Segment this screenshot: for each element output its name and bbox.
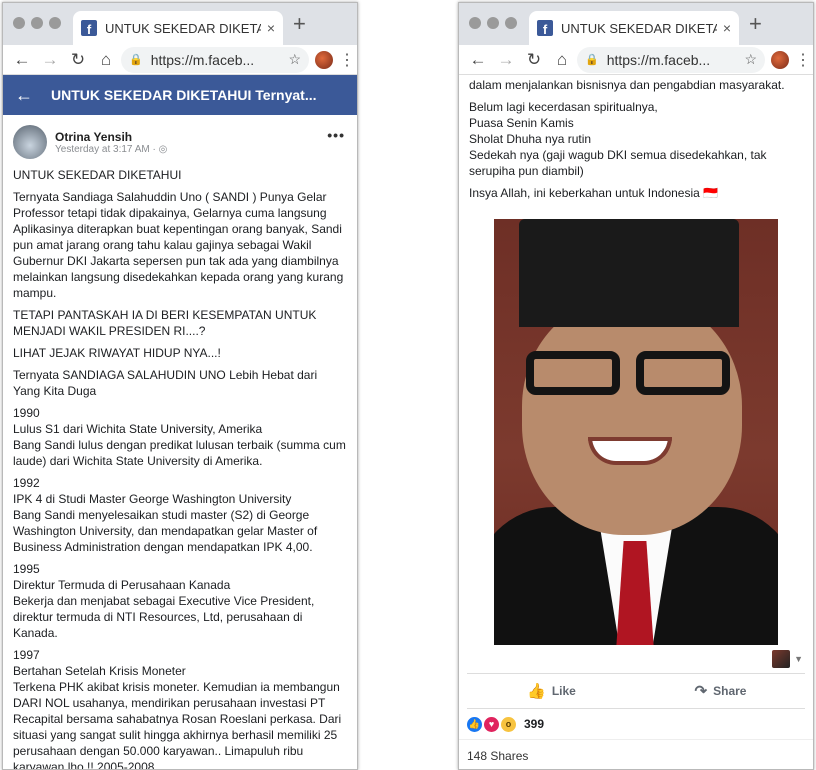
post-paragraph: LIHAT JEJAK RIWAYAT HIDUP NYA...! — [13, 346, 221, 360]
browser-menu-icon[interactable]: ⋮ — [339, 50, 355, 70]
url-text: https://m.faceb... — [150, 51, 255, 68]
post-header: Otrina Yensih Yesterday at 3:17 AM · ◎ •… — [3, 115, 357, 165]
tab-active[interactable]: f UNTUK SEKEDAR DIKETAHUI Ternyata × — [73, 11, 283, 45]
post-photo[interactable] — [494, 219, 778, 645]
url-text: https://m.faceb... — [606, 51, 711, 68]
facebook-favicon-icon: f — [537, 20, 553, 36]
photo-glasses-right — [636, 351, 730, 395]
chevron-down-icon[interactable]: ▼ — [794, 654, 803, 664]
address-bar[interactable]: 🔒 https://m.faceb... ☆ — [577, 46, 765, 73]
tab-strip: f UNTUK SEKEDAR DIKETAHUI Ternyata × + — [459, 3, 813, 45]
address-bar[interactable]: 🔒 https://m.faceb... ☆ — [121, 46, 309, 73]
share-button[interactable]: ↷ Share — [636, 674, 805, 708]
share-as-avatar[interactable] — [772, 650, 791, 668]
tab-close-icon[interactable]: × — [723, 20, 731, 36]
minimize-window-button[interactable] — [31, 17, 43, 29]
post-paragraph: Insya Allah, ini keberkahan untuk Indone… — [469, 186, 719, 200]
browser-menu-icon[interactable]: ⋮ — [795, 50, 811, 70]
forward-arrow-icon[interactable]: → — [37, 47, 63, 73]
post-paragraph: Belum lagi kecerdasan spiritualnya, Puas… — [469, 100, 767, 178]
like-reaction-icon: 👍 — [467, 716, 482, 732]
window-controls — [13, 17, 61, 29]
bookmark-star-icon[interactable]: ☆ — [288, 51, 301, 68]
reaction-count: 399 — [524, 717, 545, 731]
avatar[interactable] — [13, 125, 47, 159]
tab-close-icon[interactable]: × — [267, 20, 275, 36]
like-label: Like — [551, 684, 576, 698]
browser-toolbar: ← → ↻ ⌂ 🔒 https://m.faceb... ☆ ⋮ — [459, 45, 813, 75]
reload-icon[interactable]: ↻ — [65, 47, 91, 73]
back-arrow-icon[interactable]: ← — [465, 47, 491, 73]
facebook-favicon-icon: f — [81, 20, 97, 36]
share-label: Share — [713, 684, 747, 698]
new-tab-button[interactable]: + — [293, 11, 306, 37]
like-button[interactable]: 👍 Like — [467, 674, 636, 708]
extension-icon[interactable] — [315, 50, 333, 69]
post-timestamp[interactable]: Yesterday at 3:17 AM · ◎ — [55, 144, 167, 155]
post-paragraph: Ternyata SANDIAGA SALAHUDIN UNO Lebih He… — [13, 368, 318, 398]
post-paragraph: 1997 Bertahan Setelah Krisis Moneter Ter… — [13, 648, 342, 770]
post-paragraph: 1990 Lulus S1 dari Wichita State Univers… — [13, 406, 346, 468]
wow-reaction-icon: o — [501, 716, 516, 732]
share-as-row: ▼ — [459, 645, 813, 673]
post-paragraph: Ternyata Sandiaga Salahuddin Uno ( SANDI… — [13, 190, 344, 300]
post-paragraph: 1995 Direktur Termuda di Perusahaan Kana… — [13, 562, 315, 640]
tab-title: UNTUK SEKEDAR DIKETAHUI Ternyata — [561, 20, 717, 36]
page-title: UNTUK SEKEDAR DIKETAHUI Ternyat... — [51, 87, 317, 103]
forward-arrow-icon[interactable]: → — [493, 47, 519, 73]
reload-icon[interactable]: ↻ — [521, 47, 547, 73]
minimize-window-button[interactable] — [487, 17, 499, 29]
photo-face — [522, 297, 742, 535]
window-controls — [469, 17, 517, 29]
maximize-window-button[interactable] — [49, 17, 61, 29]
new-tab-button[interactable]: + — [749, 11, 762, 37]
fb-back-arrow-icon[interactable]: ← — [15, 85, 33, 106]
tab-strip: f UNTUK SEKEDAR DIKETAHUI Ternyata × + — [3, 3, 357, 45]
more-options-icon[interactable]: ••• — [327, 127, 345, 143]
reactions-row[interactable]: 👍 ♥ o 399 — [459, 709, 813, 739]
love-reaction-icon: ♥ — [484, 716, 499, 732]
close-window-button[interactable] — [469, 17, 481, 29]
post-body-continued: dalam menjalankan bisnisnya dan pengabdi… — [459, 75, 813, 209]
post-body: UNTUK SEKEDAR DIKETAHUI Ternyata Sandiaga… — [3, 165, 357, 770]
browser-window-right: f UNTUK SEKEDAR DIKETAHUI Ternyata × + ←… — [458, 2, 814, 770]
shares-count[interactable]: 148 Shares — [459, 739, 813, 769]
post-paragraph: dalam menjalankan bisnisnya dan pengabdi… — [469, 78, 785, 92]
photo-peci-cap — [519, 219, 739, 327]
home-icon[interactable]: ⌂ — [549, 47, 575, 73]
author-name[interactable]: Otrina Yensih — [55, 130, 167, 144]
lock-icon: 🔒 — [585, 54, 599, 66]
facebook-header: ← UNTUK SEKEDAR DIKETAHUI Ternyat... — [3, 75, 357, 115]
share-arrow-icon: ↷ — [694, 683, 708, 700]
back-arrow-icon[interactable]: ← — [9, 47, 35, 73]
browser-toolbar: ← → ↻ ⌂ 🔒 https://m.faceb... ☆ ⋮ — [3, 45, 357, 75]
bookmark-star-icon[interactable]: ☆ — [744, 51, 757, 68]
lock-icon: 🔒 — [129, 54, 143, 66]
close-window-button[interactable] — [13, 17, 25, 29]
post-paragraph: TETAPI PANTASKAH IA DI BERI KESEMPATAN U… — [13, 308, 317, 338]
post-actions: 👍 Like ↷ Share — [467, 673, 805, 709]
post-paragraph: UNTUK SEKEDAR DIKETAHUI — [13, 168, 182, 182]
tab-title: UNTUK SEKEDAR DIKETAHUI Ternyata — [105, 20, 261, 36]
post-paragraph: 1992 IPK 4 di Studi Master George Washin… — [13, 476, 318, 554]
extension-icon[interactable] — [771, 50, 789, 69]
photo-glasses-left — [526, 351, 620, 395]
thumbs-up-icon: 👍 — [527, 683, 546, 700]
maximize-window-button[interactable] — [505, 17, 517, 29]
tab-active[interactable]: f UNTUK SEKEDAR DIKETAHUI Ternyata × — [529, 11, 739, 45]
home-icon[interactable]: ⌂ — [93, 47, 119, 73]
browser-window-left: f UNTUK SEKEDAR DIKETAHUI Ternyata × + ←… — [2, 2, 358, 770]
